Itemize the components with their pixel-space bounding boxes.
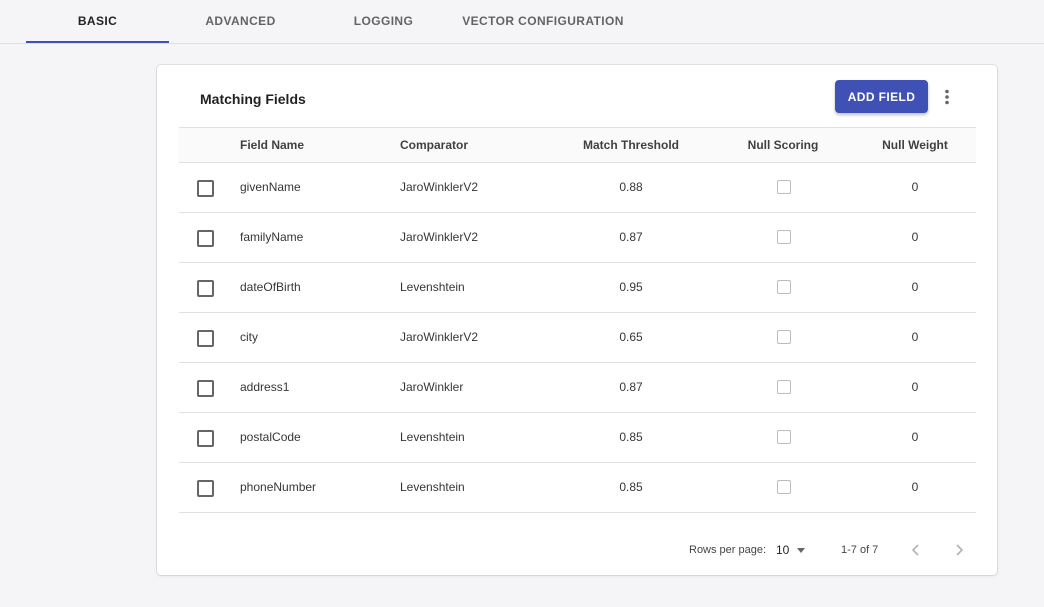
row-select-checkbox[interactable] bbox=[197, 230, 214, 247]
match-threshold-cell: 0.95 bbox=[619, 280, 643, 294]
field-name-cell: phoneNumber bbox=[240, 480, 317, 494]
tab-bar: BASIC ADVANCED LOGGING VECTOR CONFIGURAT… bbox=[0, 0, 1044, 44]
page-range: 1-7 of 7 bbox=[841, 544, 879, 556]
match-threshold-cell: 0.87 bbox=[619, 230, 643, 244]
match-threshold-cell: 0.65 bbox=[619, 330, 643, 344]
table-row[interactable]: city JaroWinklerV2 0.65 0 bbox=[179, 313, 976, 363]
null-scoring-checkbox[interactable] bbox=[777, 330, 791, 344]
null-weight-cell: 0 bbox=[911, 380, 919, 394]
match-threshold-cell: 0.85 bbox=[619, 430, 643, 444]
match-threshold-cell: 0.85 bbox=[619, 480, 643, 494]
add-field-button[interactable]: ADD FIELD bbox=[835, 80, 928, 113]
comparator-cell: Levenshtein bbox=[400, 280, 465, 294]
header-comparator[interactable]: Comparator bbox=[400, 128, 468, 162]
comparator-cell: JaroWinklerV2 bbox=[400, 330, 479, 344]
field-name-cell: address1 bbox=[240, 380, 290, 394]
null-weight-cell: 0 bbox=[911, 180, 919, 194]
matching-fields-card: Matching Fields ADD FIELD Field Name Com… bbox=[157, 65, 997, 575]
null-weight-cell: 0 bbox=[911, 430, 919, 444]
tab-vector-configuration[interactable]: VECTOR CONFIGURATION bbox=[455, 0, 631, 43]
null-weight-cell: 0 bbox=[911, 280, 919, 294]
active-tab-indicator bbox=[26, 41, 169, 43]
row-select-checkbox[interactable] bbox=[197, 480, 214, 497]
card-title: Matching Fields bbox=[200, 91, 306, 107]
table-row[interactable]: phoneNumber Levenshtein 0.85 0 bbox=[179, 463, 976, 513]
dropdown-arrow-icon bbox=[797, 548, 805, 553]
header-match-threshold[interactable]: Match Threshold bbox=[571, 128, 691, 162]
field-name-cell: dateOfBirth bbox=[240, 280, 301, 294]
field-name-cell: familyName bbox=[240, 230, 304, 244]
pagination: Rows per page: 10 1-7 of 7 bbox=[157, 535, 997, 565]
field-name-cell: city bbox=[240, 330, 258, 344]
row-select-checkbox[interactable] bbox=[197, 180, 214, 197]
tab-advanced[interactable]: ADVANCED bbox=[169, 0, 312, 43]
table-row[interactable]: address1 JaroWinkler 0.87 0 bbox=[179, 363, 976, 413]
match-threshold-cell: 0.87 bbox=[619, 380, 643, 394]
tab-basic[interactable]: BASIC bbox=[26, 0, 169, 43]
comparator-cell: JaroWinkler bbox=[400, 380, 464, 394]
more-vert-icon[interactable] bbox=[935, 85, 959, 109]
field-name-cell: givenName bbox=[240, 180, 301, 194]
header-null-scoring[interactable]: Null Scoring bbox=[723, 128, 843, 162]
tab-logging[interactable]: LOGGING bbox=[312, 0, 455, 43]
null-scoring-checkbox[interactable] bbox=[777, 280, 791, 294]
row-select-checkbox[interactable] bbox=[197, 280, 214, 297]
table-row[interactable]: givenName JaroWinklerV2 0.88 0 bbox=[179, 163, 976, 213]
table-header: Field Name Comparator Match Threshold Nu… bbox=[179, 127, 976, 163]
header-null-weight[interactable]: Null Weight bbox=[855, 128, 975, 162]
null-scoring-checkbox[interactable] bbox=[777, 430, 791, 444]
header-field-name[interactable]: Field Name bbox=[240, 128, 304, 162]
matching-fields-table: Field Name Comparator Match Threshold Nu… bbox=[179, 127, 976, 513]
chevron-left-icon[interactable] bbox=[908, 542, 924, 558]
comparator-cell: Levenshtein bbox=[400, 430, 465, 444]
table-row[interactable]: familyName JaroWinklerV2 0.87 0 bbox=[179, 213, 976, 263]
row-select-checkbox[interactable] bbox=[197, 430, 214, 447]
match-threshold-cell: 0.88 bbox=[619, 180, 643, 194]
null-scoring-checkbox[interactable] bbox=[777, 380, 791, 394]
comparator-cell: JaroWinklerV2 bbox=[400, 180, 479, 194]
null-scoring-checkbox[interactable] bbox=[777, 180, 791, 194]
null-scoring-checkbox[interactable] bbox=[777, 480, 791, 494]
table-row[interactable]: postalCode Levenshtein 0.85 0 bbox=[179, 413, 976, 463]
null-weight-cell: 0 bbox=[911, 230, 919, 244]
null-scoring-checkbox[interactable] bbox=[777, 230, 791, 244]
rows-per-page-value: 10 bbox=[776, 543, 790, 557]
rows-per-page-label: Rows per page: bbox=[689, 544, 767, 556]
table-row[interactable]: dateOfBirth Levenshtein 0.95 0 bbox=[179, 263, 976, 313]
null-weight-cell: 0 bbox=[911, 330, 919, 344]
null-weight-cell: 0 bbox=[911, 480, 919, 494]
table-body: givenName JaroWinklerV2 0.88 0 familyName Jar… bbox=[179, 163, 976, 513]
field-name-cell: postalCode bbox=[240, 430, 301, 444]
row-select-checkbox[interactable] bbox=[197, 380, 214, 397]
rows-per-page-select[interactable]: 10 bbox=[776, 535, 805, 565]
chevron-right-icon[interactable] bbox=[951, 542, 967, 558]
comparator-cell: JaroWinklerV2 bbox=[400, 230, 479, 244]
row-select-checkbox[interactable] bbox=[197, 330, 214, 347]
comparator-cell: Levenshtein bbox=[400, 480, 465, 494]
